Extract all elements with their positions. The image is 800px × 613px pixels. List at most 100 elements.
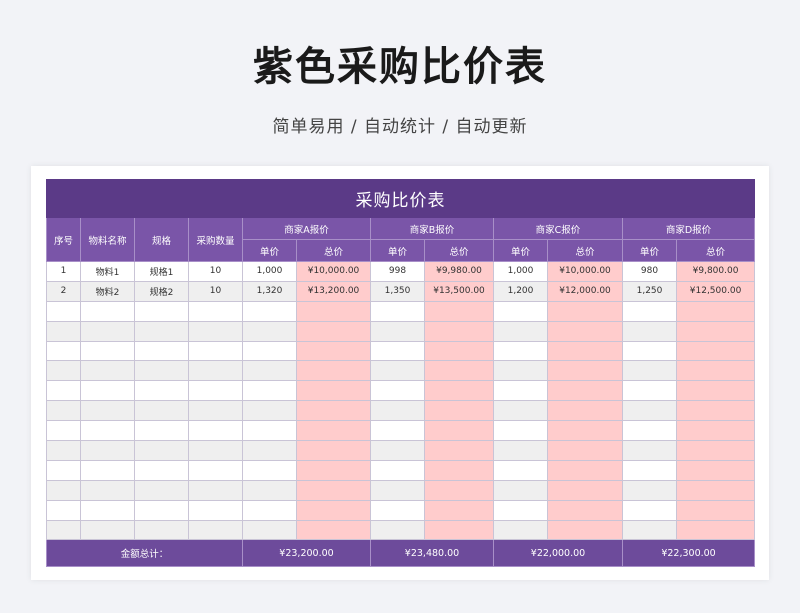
cell-total[interactable]: ¥10,000.00	[296, 261, 371, 282]
cell-seq[interactable]	[46, 499, 81, 521]
cell-unit-price[interactable]: 998	[370, 261, 425, 282]
cell-unit-price[interactable]	[493, 320, 548, 342]
cell-unit-price[interactable]	[242, 400, 297, 422]
cell-unit-price[interactable]: 1,320	[242, 280, 297, 302]
cell-unit-price[interactable]	[242, 360, 297, 382]
cell-qty[interactable]	[188, 420, 243, 442]
cell-unit-price[interactable]	[622, 420, 677, 442]
cell-unit-price[interactable]	[493, 479, 548, 501]
cell-seq[interactable]: 2	[46, 280, 81, 302]
cell-unit-price[interactable]	[242, 479, 297, 501]
cell-seq[interactable]	[46, 420, 81, 442]
cell-total[interactable]	[675, 320, 756, 342]
cell-total[interactable]	[424, 400, 494, 422]
cell-total[interactable]	[547, 360, 623, 382]
cell-total[interactable]	[296, 459, 371, 481]
cell-total[interactable]	[424, 440, 494, 461]
cell-total[interactable]	[424, 479, 494, 501]
cell-unit-price[interactable]	[622, 459, 677, 481]
cell-name[interactable]: 物料2	[80, 280, 135, 302]
cell-unit-price[interactable]	[242, 380, 297, 402]
cell-total[interactable]: ¥9,980.00	[424, 261, 494, 282]
cell-unit-price[interactable]	[622, 360, 677, 382]
cell-unit-price[interactable]	[493, 499, 548, 521]
cell-total[interactable]	[675, 459, 756, 481]
cell-unit-price[interactable]	[493, 360, 548, 382]
cell-unit-price[interactable]	[370, 420, 425, 442]
cell-total[interactable]	[675, 360, 756, 382]
cell-total[interactable]	[675, 440, 756, 461]
cell-spec[interactable]	[134, 519, 189, 541]
cell-qty[interactable]: 10	[188, 280, 243, 302]
cell-seq[interactable]	[46, 300, 81, 322]
cell-qty[interactable]	[188, 340, 243, 362]
cell-spec[interactable]	[134, 380, 189, 402]
cell-qty[interactable]	[188, 479, 243, 501]
cell-spec[interactable]	[134, 400, 189, 422]
cell-unit-price[interactable]	[493, 340, 548, 362]
cell-spec[interactable]	[134, 459, 189, 481]
cell-seq[interactable]	[46, 440, 81, 461]
cell-unit-price[interactable]	[370, 479, 425, 501]
cell-unit-price[interactable]: 1,200	[493, 280, 548, 302]
cell-total[interactable]	[547, 300, 623, 322]
cell-unit-price[interactable]	[622, 440, 677, 461]
cell-spec[interactable]	[134, 440, 189, 461]
cell-unit-price[interactable]: 980	[622, 261, 677, 282]
cell-name[interactable]	[80, 400, 135, 422]
cell-unit-price[interactable]	[493, 420, 548, 442]
cell-total[interactable]	[296, 360, 371, 382]
cell-total[interactable]	[296, 499, 371, 521]
cell-unit-price[interactable]	[370, 440, 425, 461]
cell-total[interactable]	[424, 519, 494, 541]
cell-total[interactable]: ¥12,500.00	[675, 280, 756, 302]
cell-total[interactable]	[424, 340, 494, 362]
cell-unit-price[interactable]	[622, 400, 677, 422]
cell-name[interactable]	[80, 479, 135, 501]
cell-spec[interactable]	[134, 320, 189, 342]
cell-total[interactable]	[675, 499, 756, 521]
cell-unit-price[interactable]	[493, 519, 548, 541]
cell-unit-price[interactable]	[242, 320, 297, 342]
cell-total[interactable]	[424, 380, 494, 402]
cell-total[interactable]	[424, 300, 494, 322]
cell-unit-price[interactable]	[622, 519, 677, 541]
cell-seq[interactable]	[46, 400, 81, 422]
cell-spec[interactable]: 规格2	[134, 280, 189, 302]
cell-name[interactable]	[80, 519, 135, 541]
cell-seq[interactable]	[46, 479, 81, 501]
cell-unit-price[interactable]	[370, 499, 425, 521]
cell-seq[interactable]	[46, 380, 81, 402]
cell-unit-price[interactable]	[622, 479, 677, 501]
cell-total[interactable]	[296, 440, 371, 461]
cell-unit-price[interactable]	[370, 360, 425, 382]
cell-total[interactable]: ¥13,200.00	[296, 280, 371, 302]
cell-unit-price[interactable]: 1,000	[242, 261, 297, 282]
cell-name[interactable]	[80, 499, 135, 521]
cell-total[interactable]	[547, 420, 623, 442]
cell-total[interactable]	[296, 420, 371, 442]
cell-total[interactable]	[675, 420, 756, 442]
cell-total[interactable]	[547, 499, 623, 521]
cell-unit-price[interactable]	[493, 440, 548, 461]
cell-unit-price[interactable]	[370, 300, 425, 322]
cell-total[interactable]	[296, 479, 371, 501]
cell-total[interactable]	[424, 360, 494, 382]
cell-unit-price[interactable]	[622, 380, 677, 402]
cell-total[interactable]	[547, 380, 623, 402]
cell-total[interactable]	[424, 320, 494, 342]
cell-seq[interactable]	[46, 519, 81, 541]
cell-spec[interactable]	[134, 499, 189, 521]
cell-unit-price[interactable]	[370, 519, 425, 541]
cell-total[interactable]	[547, 440, 623, 461]
cell-total[interactable]	[675, 380, 756, 402]
cell-total[interactable]: ¥10,000.00	[547, 261, 623, 282]
cell-total[interactable]	[675, 400, 756, 422]
cell-total[interactable]: ¥12,000.00	[547, 280, 623, 302]
cell-unit-price[interactable]	[370, 340, 425, 362]
cell-total[interactable]	[424, 459, 494, 481]
cell-unit-price[interactable]	[242, 440, 297, 461]
cell-total[interactable]	[547, 459, 623, 481]
cell-unit-price[interactable]	[242, 340, 297, 362]
cell-total[interactable]	[296, 320, 371, 342]
